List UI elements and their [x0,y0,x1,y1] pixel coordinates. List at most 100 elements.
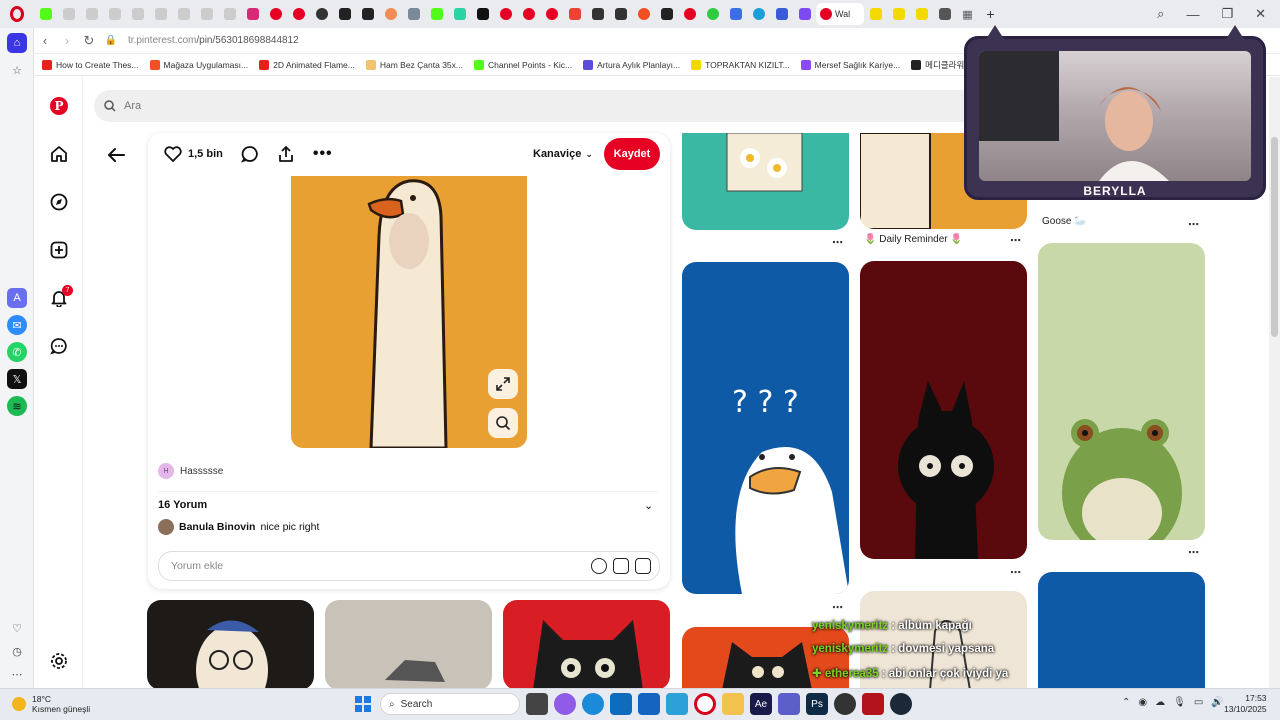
tab-page[interactable] [609,3,632,25]
back-arrow-icon[interactable] [104,143,128,167]
tab-page[interactable] [586,3,609,25]
tab-pinterest[interactable] [678,3,701,25]
forward-icon[interactable]: › [56,33,78,48]
pin-more-icon[interactable]: ⋯ [1188,218,1200,231]
pin-more-icon[interactable]: ⋯ [832,601,844,614]
tab-medium[interactable] [333,3,356,25]
save-button[interactable]: Kaydet [604,138,660,170]
onedrive-icon[interactable]: ☁ [1155,697,1165,708]
messages-icon[interactable] [49,336,69,356]
pin-more-icon[interactable]: ⋯ [1188,546,1200,559]
tab-kick[interactable] [34,3,57,25]
comments-chevron-down-icon[interactable]: ⌄ [644,499,653,512]
messenger-icon[interactable]: ✉ [7,315,27,335]
tab-active-wallpaper[interactable]: Wal [816,3,864,25]
obs-icon[interactable] [834,693,856,715]
bookmark-item[interactable]: How to Create Thes... [42,59,139,70]
store-icon[interactable] [610,693,632,715]
outlook-icon[interactable] [638,693,660,715]
copilot-icon[interactable] [554,693,576,715]
pinterest-search-input[interactable]: Ara [94,90,1094,122]
search-tabs-icon[interactable]: ⌕ [1157,6,1164,22]
steam-icon[interactable] [890,693,912,715]
pinterest-logo[interactable]: P [49,96,69,116]
bookmark-item[interactable]: Channel Points - Kic... [474,59,572,70]
favorites-heart-icon[interactable]: ♡ [7,618,27,638]
settings-gear-icon[interactable] [49,651,69,671]
edge-icon[interactable] [582,693,604,715]
comment-input[interactable]: Yorum ekle [158,551,660,581]
tab-pinterest[interactable] [517,3,540,25]
new-tab-button[interactable]: + [979,3,1002,25]
sticker-icon[interactable] [613,558,629,574]
close-icon[interactable]: ✕ [1255,6,1266,22]
teams-icon[interactable] [778,693,800,715]
image-upload-icon[interactable] [635,558,651,574]
tab-page[interactable] [471,3,494,25]
file-explorer-icon[interactable] [722,693,744,715]
tab-medium[interactable] [356,3,379,25]
windows-start-icon[interactable] [352,693,374,715]
pin-tile-beige[interactable] [325,600,492,690]
tab-page[interactable] [402,3,425,25]
visual-search-icon[interactable] [488,408,518,438]
tab-page[interactable] [933,3,956,25]
pin-more-icon[interactable]: ⋯ [1010,566,1022,579]
pin-tile-confused-goose[interactable]: ? ? ? [682,262,849,594]
app-icon[interactable] [862,693,884,715]
opera-home-icon[interactable]: ⌂ [7,33,27,53]
tab-page[interactable] [887,3,910,25]
pin-more-icon[interactable]: ⋯ [1010,234,1022,247]
bookmark-item[interactable]: Mağaza Uygulaması... [149,59,248,70]
pin-tile-daisies[interactable] [682,133,849,230]
tab-page[interactable] [770,3,793,25]
opera-icon[interactable] [694,693,716,715]
taskbar-search[interactable]: ⌕ Search [380,693,520,715]
volume-icon[interactable]: 🔊 [1211,697,1223,708]
tab-page[interactable] [218,3,241,25]
pin-tile-black-cat-red[interactable] [503,600,670,690]
tab-page[interactable] [195,3,218,25]
opera-menu-button[interactable] [0,0,34,28]
x-twitter-icon[interactable]: 𝕏 [7,369,27,389]
url-field[interactable]: tr.pinterest.com/pin/563018698844812 [128,35,299,46]
pin-tile-frog[interactable] [1038,243,1205,540]
more-options-icon[interactable]: ••• [313,145,333,163]
explore-compass-icon[interactable] [49,192,69,212]
tab-page[interactable] [448,3,471,25]
tab-page[interactable] [149,3,172,25]
tab-pinterest[interactable] [287,3,310,25]
tab-page[interactable] [724,3,747,25]
bookmark-item[interactable]: Artura Aylık Planlayı... [583,59,680,70]
tab-page[interactable] [864,3,887,25]
board-select-dropdown[interactable]: Kanaviçe ⌄ [533,148,593,160]
tab-page[interactable] [910,3,933,25]
microphone-icon[interactable]: 🎙 [1173,697,1186,708]
tab-page[interactable] [793,3,816,25]
maximize-icon[interactable]: ❐ [1221,6,1233,22]
bookmark-item[interactable]: Ham Bez Çanta 35x... [365,59,463,70]
tab-page[interactable] [747,3,770,25]
pin-tile-blue[interactable] [1038,572,1205,690]
tab-page[interactable] [379,3,402,25]
after-effects-icon[interactable]: Ae [750,693,772,715]
emoji-icon[interactable] [591,558,607,574]
create-icon[interactable] [49,240,69,260]
tab-page[interactable] [632,3,655,25]
whatsapp-icon[interactable]: ✆ [7,342,27,362]
chevron-up-icon[interactable]: ⌃ [1122,697,1130,708]
tab-pinterest[interactable] [494,3,517,25]
tab-page[interactable] [80,3,103,25]
tab-page[interactable] [172,3,195,25]
tab-pinterest[interactable] [264,3,287,25]
share-icon[interactable] [277,145,295,163]
pin-tile-pearl-earring[interactable] [147,600,314,690]
aria-icon[interactable]: A [7,288,27,308]
pin-tile-black-cat-maroon[interactable] [860,261,1027,559]
bookmark-item[interactable]: 2D Animated Flame... [259,59,355,70]
pin-author[interactable]: H Hassssse [158,463,223,479]
tab-page[interactable] [655,3,678,25]
bookmark-item[interactable]: TOPRAKTAN KIZILT... [691,59,790,70]
task-view-icon[interactable] [526,693,548,715]
tab-instagram[interactable] [241,3,264,25]
